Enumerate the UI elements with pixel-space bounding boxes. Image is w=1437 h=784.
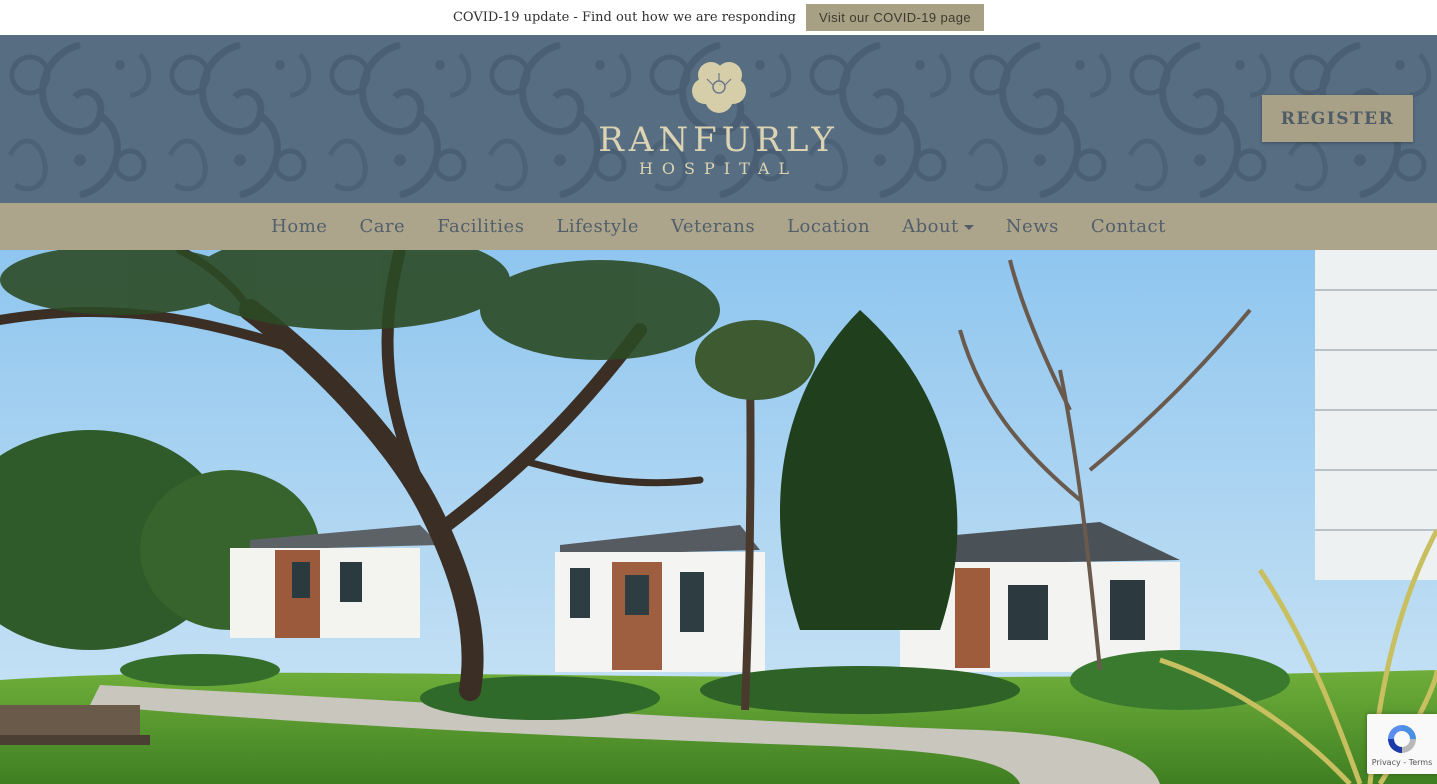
poppy-flower-icon (691, 62, 746, 113)
covid-page-button[interactable]: Visit our COVID-19 page (805, 4, 985, 31)
logo-subtitle: HOSPITAL (638, 159, 799, 178)
nav-about-dropdown[interactable]: About (902, 216, 974, 237)
nav-label: Home (271, 216, 328, 237)
site-logo[interactable]: RANFURLY HOSPITAL (0, 57, 1437, 179)
nav-label: Facilities (437, 216, 525, 237)
recaptcha-badge[interactable]: Privacy - Terms (1367, 714, 1437, 774)
nav-label: Veterans (671, 216, 756, 237)
register-button[interactable]: REGISTER (1262, 95, 1413, 142)
nav-label: About (902, 216, 959, 237)
nav-label: Location (787, 216, 871, 237)
covid-update-text: COVID-19 update - Find out how we are re… (452, 10, 796, 25)
recaptcha-links[interactable]: Privacy - Terms (1372, 758, 1433, 767)
caret-down-icon (963, 225, 974, 230)
recaptcha-icon (1388, 724, 1416, 753)
nav-label: Contact (1090, 216, 1166, 237)
site-header: RANFURLY HOSPITAL REGISTER (0, 35, 1437, 203)
nav-facilities[interactable]: Facilities (437, 216, 524, 237)
garden-photo (0, 250, 1437, 784)
nav-lifestyle[interactable]: Lifestyle (556, 216, 639, 237)
nav-home[interactable]: Home (271, 216, 327, 237)
nav-contact[interactable]: Contact (1091, 216, 1166, 237)
nav-label: Care (359, 216, 406, 237)
hero-image: Privacy - Terms (0, 250, 1437, 784)
logo-name: RANFURLY (598, 120, 839, 160)
nav-veterans[interactable]: Veterans (671, 216, 755, 237)
nav-location[interactable]: Location (787, 216, 870, 237)
nav-care[interactable]: Care (359, 216, 405, 237)
nav-label: Lifestyle (556, 216, 640, 237)
nav-news[interactable]: News (1006, 216, 1059, 237)
nav-label: News (1005, 216, 1059, 237)
main-nav: Home Care Facilities Lifestyle Veterans … (0, 203, 1437, 250)
covid-banner: COVID-19 update - Find out how we are re… (0, 0, 1437, 35)
